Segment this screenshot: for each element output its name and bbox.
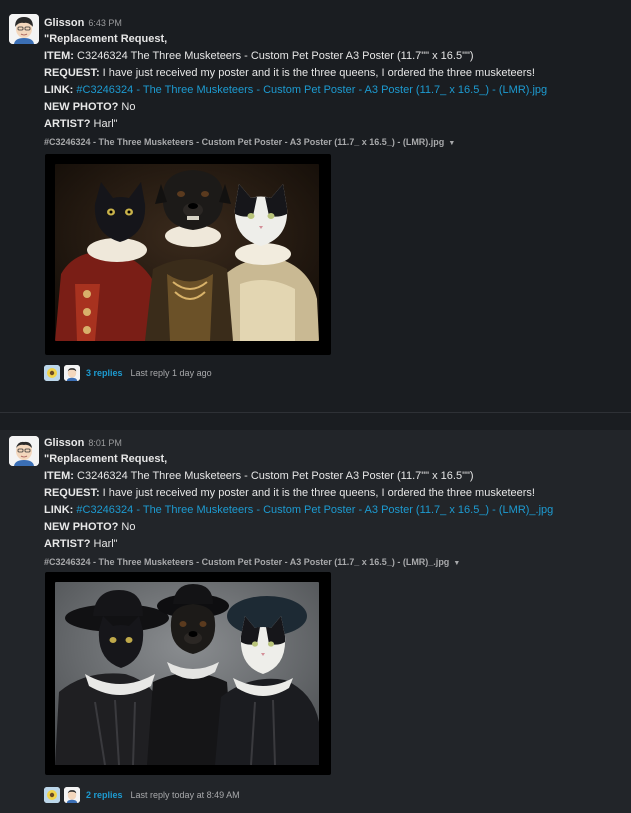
cartoon-user-avatar-icon	[9, 436, 39, 466]
author-avatar[interactable]	[9, 436, 39, 466]
line-title: "Replacement Request,	[44, 453, 168, 465]
line-request: REQUEST: I have just received my poster …	[44, 485, 625, 502]
image-attachment[interactable]	[45, 154, 331, 355]
replies-count[interactable]: 3 replies	[86, 368, 123, 378]
photo-label: NEW PHOTO?	[44, 101, 119, 113]
attachment-filename-text[interactable]: #C3246324 - The Three Musketeers - Custo…	[44, 557, 449, 567]
line-title: "Replacement Request,	[44, 33, 168, 45]
reply-avatar-user	[64, 787, 80, 803]
reply-avatar-user	[64, 365, 80, 381]
item-value: C3246324 The Three Musketeers - Custom P…	[73, 50, 474, 62]
item-value: C3246324 The Three Musketeers - Custom P…	[73, 470, 474, 482]
request-value: I have just received my poster and it is…	[99, 67, 535, 79]
flower-avatar-icon	[44, 787, 60, 803]
image-attachment[interactable]	[45, 572, 331, 775]
photo-value: No	[118, 101, 136, 113]
line-artist: ARTIST? Harl"	[44, 536, 625, 553]
thread-summary[interactable]: 2 replies Last reply today at 8:49 AM	[44, 786, 240, 804]
message-header: Glisson 8:01 PM	[44, 434, 625, 450]
line-request: REQUEST: I have just received my poster …	[44, 65, 625, 82]
message-1: Glisson 6:43 PM "Replacement Request, ITE…	[0, 0, 631, 412]
replies-count[interactable]: 2 replies	[86, 790, 123, 800]
message-divider	[0, 412, 631, 430]
author-name[interactable]: Glisson	[44, 437, 84, 449]
last-reply: Last reply today at 8:49 AM	[130, 790, 240, 800]
attachment-filename[interactable]: #C3246324 - The Three Musketeers - Custo…	[44, 554, 625, 572]
caret-down-icon[interactable]: ▼	[448, 140, 455, 147]
pet-portrait-queens-picture	[55, 164, 319, 341]
link-label: LINK:	[44, 504, 74, 516]
line-artist: ARTIST? Harl"	[44, 116, 625, 133]
request-label: REQUEST:	[44, 487, 100, 499]
cartoon-user-avatar-icon	[64, 787, 80, 803]
photo-label: NEW PHOTO?	[44, 521, 119, 533]
artist-value: Harl"	[90, 118, 118, 130]
link-label: LINK:	[44, 84, 74, 96]
flower-avatar-icon	[44, 365, 60, 381]
message-header: Glisson 6:43 PM	[44, 14, 625, 30]
poster-three-queens-image[interactable]	[55, 164, 319, 341]
line-link: LINK: #C3246324 - The Three Musketeers -…	[44, 82, 625, 99]
message-content: Glisson 8:01 PM "Replacement Request, ITE…	[44, 434, 625, 803]
attachment-filename-text[interactable]: #C3246324 - The Three Musketeers - Custo…	[44, 137, 444, 147]
file-link[interactable]: #C3246324 - The Three Musketeers - Custo…	[73, 504, 553, 516]
reply-avatar-flower	[44, 787, 60, 803]
request-label: REQUEST:	[44, 67, 100, 79]
cartoon-user-avatar-icon	[9, 14, 39, 44]
poster-three-musketeers-image[interactable]	[55, 582, 319, 765]
line-new-photo: NEW PHOTO? No	[44, 519, 625, 536]
artist-label: ARTIST?	[44, 538, 91, 550]
reply-avatar-flower	[44, 365, 60, 381]
last-reply: Last reply 1 day ago	[130, 368, 212, 378]
line-new-photo: NEW PHOTO? No	[44, 99, 625, 116]
caret-down-icon[interactable]: ▼	[453, 560, 460, 567]
thread-summary[interactable]: 3 replies Last reply 1 day ago	[44, 364, 212, 382]
line-item: ITEM: C3246324 The Three Musketeers - Cu…	[44, 48, 625, 65]
line-item: ITEM: C3246324 The Three Musketeers - Cu…	[44, 468, 625, 485]
timestamp[interactable]: 8:01 PM	[88, 438, 122, 448]
message-2: Glisson 8:01 PM "Replacement Request, ITE…	[0, 430, 631, 813]
author-avatar[interactable]	[9, 14, 39, 44]
artist-value: Harl"	[90, 538, 118, 550]
artist-label: ARTIST?	[44, 118, 91, 130]
photo-value: No	[118, 521, 136, 533]
author-name[interactable]: Glisson	[44, 17, 84, 29]
item-label: ITEM:	[44, 50, 74, 62]
request-value: I have just received my poster and it is…	[99, 487, 535, 499]
item-label: ITEM:	[44, 470, 74, 482]
timestamp[interactable]: 6:43 PM	[88, 18, 122, 28]
message-content: Glisson 6:43 PM "Replacement Request, ITE…	[44, 14, 625, 381]
attachment-filename[interactable]: #C3246324 - The Three Musketeers - Custo…	[44, 134, 625, 152]
cartoon-user-avatar-icon	[64, 365, 80, 381]
pet-portrait-musketeers-picture	[55, 582, 319, 765]
file-link[interactable]: #C3246324 - The Three Musketeers - Custo…	[73, 84, 547, 96]
line-link: LINK: #C3246324 - The Three Musketeers -…	[44, 502, 625, 519]
